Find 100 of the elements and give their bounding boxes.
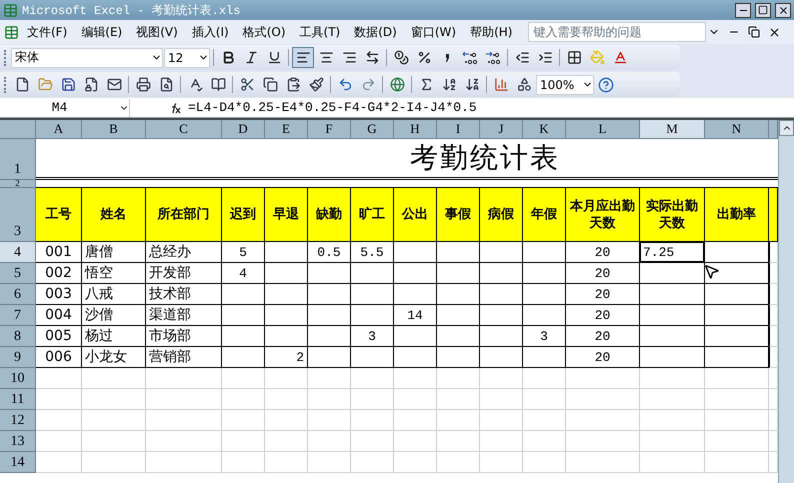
column-header[interactable]: F	[308, 120, 351, 139]
menu-item[interactable]: 视图(V)	[130, 22, 184, 42]
column-header[interactable]: E	[265, 120, 308, 139]
table-cell[interactable]	[705, 242, 769, 263]
menu-item[interactable]: 插入(I)	[186, 22, 235, 42]
row-header[interactable]: 9	[0, 347, 36, 368]
table-cell[interactable]: 八戒	[82, 284, 146, 305]
align-left-button[interactable]	[292, 47, 314, 68]
table-cell[interactable]	[308, 305, 351, 326]
menu-item[interactable]: 帮助(H)	[464, 22, 518, 42]
table-cell[interactable]	[640, 326, 705, 347]
table-cell[interactable]	[437, 347, 480, 368]
table-cell[interactable]: 总经办	[146, 242, 222, 263]
table-cell[interactable]: 20	[566, 305, 640, 326]
table-cell[interactable]: 001	[36, 242, 82, 263]
row-header[interactable]: 11	[0, 389, 36, 410]
table-cell[interactable]: 20	[566, 347, 640, 368]
table-cell[interactable]	[523, 284, 566, 305]
row-header[interactable]: 5	[0, 263, 36, 284]
table-cell[interactable]	[640, 263, 705, 284]
column-header[interactable]: H	[394, 120, 437, 139]
table-cell[interactable]: 5.5	[351, 242, 394, 263]
table-cell[interactable]: 006	[36, 347, 82, 368]
close-icon[interactable]	[768, 26, 782, 38]
table-cell[interactable]	[308, 347, 351, 368]
table-cell[interactable]	[308, 284, 351, 305]
table-cell[interactable]: 杨过	[82, 326, 146, 347]
zoom-dropdown[interactable]: 100%	[536, 74, 594, 94]
table-cell[interactable]: 3	[523, 326, 566, 347]
table-cell[interactable]: 3	[351, 326, 394, 347]
column-header[interactable]: I	[437, 120, 480, 139]
table-cell[interactable]	[437, 326, 480, 347]
table-cell[interactable]: 4	[222, 263, 265, 284]
menu-item[interactable]: 文件(F)	[21, 22, 74, 42]
table-cell[interactable]	[222, 284, 265, 305]
column-header[interactable]: L	[566, 120, 640, 139]
font-size-dropdown[interactable]: 12	[164, 48, 210, 68]
table-cell[interactable]	[705, 284, 769, 305]
table-cell[interactable]	[394, 242, 437, 263]
name-box[interactable]: M4	[0, 98, 130, 116]
table-cell[interactable]	[265, 305, 308, 326]
table-cell[interactable]	[351, 284, 394, 305]
column-header[interactable]: J	[480, 120, 523, 139]
row-header[interactable]: 13	[0, 431, 36, 452]
row-header[interactable]: 1	[0, 139, 36, 180]
help-search-field[interactable]: 键入需要帮助的问题	[528, 22, 706, 42]
table-cell[interactable]: 沙僧	[82, 305, 146, 326]
row-header[interactable]: 4	[0, 242, 36, 263]
table-cell[interactable]	[705, 305, 769, 326]
table-cell[interactable]	[265, 242, 308, 263]
scroll-up-button[interactable]	[779, 120, 794, 136]
table-cell[interactable]	[480, 263, 523, 284]
table-cell[interactable]	[265, 284, 308, 305]
maximize-button[interactable]	[755, 2, 771, 18]
table-cell[interactable]	[394, 326, 437, 347]
column-header[interactable]: B	[82, 120, 146, 139]
row-header[interactable]: 7	[0, 305, 36, 326]
table-cell[interactable]	[351, 305, 394, 326]
table-cell[interactable]: 唐僧	[82, 242, 146, 263]
table-cell[interactable]: 004	[36, 305, 82, 326]
row-header[interactable]: 2	[0, 180, 36, 188]
table-cell[interactable]	[308, 263, 351, 284]
table-cell[interactable]	[394, 284, 437, 305]
table-cell[interactable]	[222, 347, 265, 368]
table-cell[interactable]	[640, 284, 705, 305]
table-cell[interactable]: 5	[222, 242, 265, 263]
table-cell[interactable]	[394, 263, 437, 284]
menu-item[interactable]: 格式(O)	[236, 22, 292, 42]
column-header[interactable]: N	[705, 120, 769, 139]
table-cell[interactable]: 20	[566, 242, 640, 263]
row-header[interactable]: 14	[0, 452, 36, 473]
table-cell[interactable]: 小龙女	[82, 347, 146, 368]
table-cell[interactable]	[394, 347, 437, 368]
table-cell[interactable]: 003	[36, 284, 82, 305]
table-cell[interactable]	[705, 326, 769, 347]
vertical-scrollbar[interactable]	[778, 120, 794, 483]
table-cell[interactable]	[265, 326, 308, 347]
table-cell[interactable]	[222, 326, 265, 347]
table-cell[interactable]	[351, 263, 394, 284]
table-cell[interactable]: 2	[265, 347, 308, 368]
table-cell[interactable]: 7.25	[640, 242, 705, 263]
table-cell[interactable]	[523, 347, 566, 368]
menu-item[interactable]: 编辑(E)	[75, 22, 128, 42]
table-cell[interactable]: 20	[566, 263, 640, 284]
table-cell[interactable]: 005	[36, 326, 82, 347]
table-cell[interactable]	[480, 284, 523, 305]
table-cell[interactable]	[437, 305, 480, 326]
row-header[interactable]: 12	[0, 410, 36, 431]
formula-field[interactable]: =L4-D4*0.25-E4*0.25-F4-G4*2-I4-J4*0.5	[188, 100, 477, 115]
table-cell[interactable]	[480, 305, 523, 326]
table-cell[interactable]	[480, 326, 523, 347]
row-header[interactable]: 10	[0, 368, 36, 389]
table-cell[interactable]	[351, 347, 394, 368]
row-header[interactable]: 3	[0, 188, 36, 242]
table-cell[interactable]: 渠道部	[146, 305, 222, 326]
table-cell[interactable]: 14	[394, 305, 437, 326]
table-cell[interactable]	[480, 242, 523, 263]
restore-icon[interactable]	[748, 26, 760, 38]
column-header[interactable]: M	[640, 120, 705, 139]
table-cell[interactable]	[705, 347, 769, 368]
